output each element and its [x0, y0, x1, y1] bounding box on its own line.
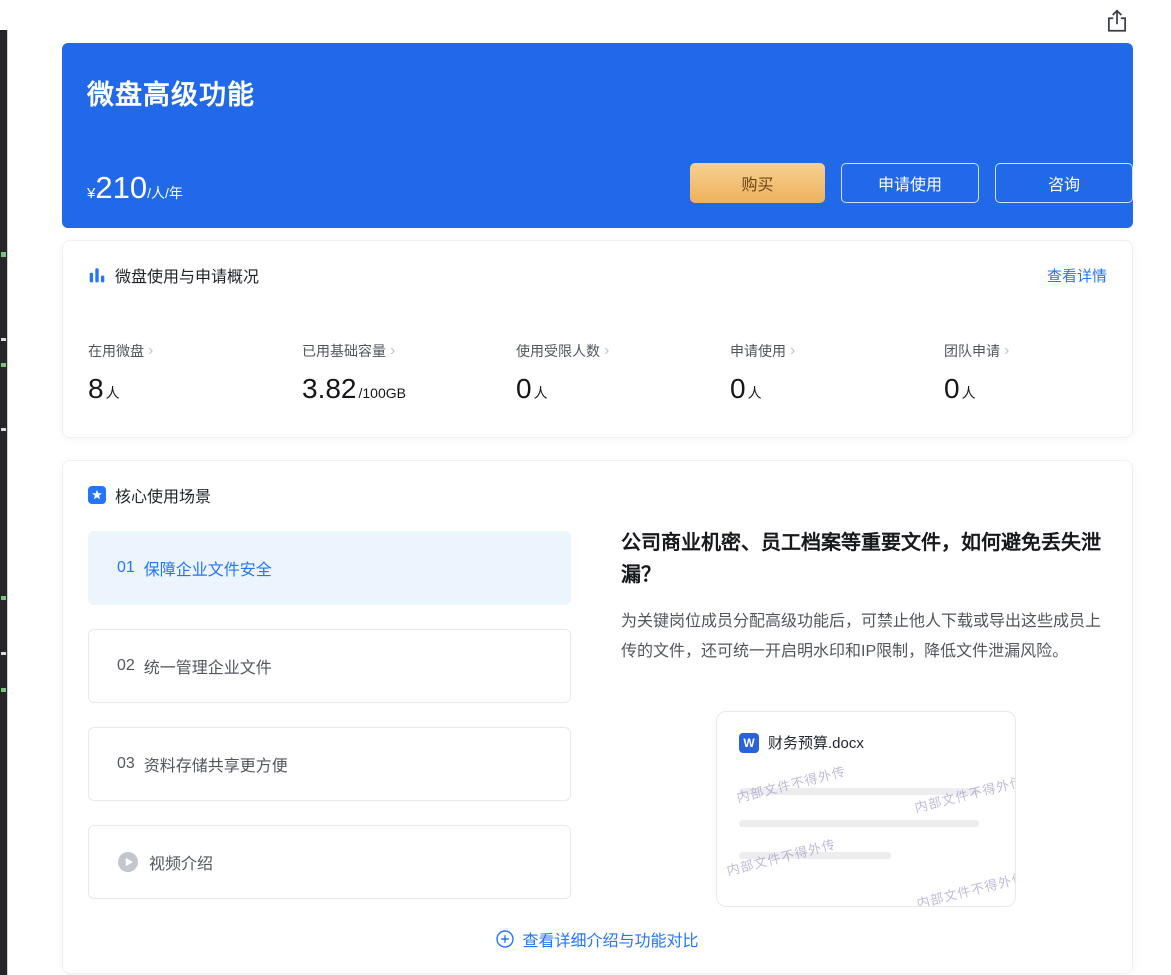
- stat-label[interactable]: 申请使用 ›: [730, 341, 944, 361]
- stat-used-capacity: 已用基础容量 › 3.82 /100GB: [302, 341, 516, 405]
- play-icon: [117, 851, 139, 873]
- plus-circle-icon: [496, 930, 515, 948]
- usage-title: 微盘使用与申请概况: [115, 269, 260, 286]
- watermark-text: 内部文件不得外传: [913, 773, 1016, 816]
- scenario-item-unified-management[interactable]: 02 统一管理企业文件: [88, 629, 571, 703]
- chevron-right-icon: ›: [148, 342, 154, 359]
- stat-label[interactable]: 在用微盘 ›: [88, 341, 302, 361]
- scenarios-card-header: 核心使用场景: [88, 483, 1107, 507]
- price-value: 210: [95, 170, 148, 205]
- document-name: 财务预算.docx: [768, 735, 864, 752]
- scenario-heading: 公司商业机密、员工档案等重要文件，如何避免丢失泄漏？: [621, 532, 1101, 586]
- stat-label-text: 已用基础容量: [302, 343, 386, 359]
- word-doc-icon: W: [739, 732, 759, 753]
- hero-card: 微盘高级功能 ¥ 210 /人/年 购买 申请使用 咨询: [62, 43, 1133, 228]
- price-unit: /人/年: [147, 185, 183, 201]
- stat-team-apply: 团队申请 › 0 人: [944, 341, 1158, 405]
- stat-value: 0 人: [516, 373, 548, 404]
- scenarios-card: 核心使用场景 01 保障企业文件安全 02 统一管理企业文件 03 资料存储共享…: [62, 460, 1133, 974]
- bar-chart-icon: [88, 266, 106, 284]
- sliver-speck: [1, 688, 6, 692]
- chevron-right-icon: ›: [1004, 342, 1010, 359]
- sliver-speck: [1, 428, 6, 431]
- scenario-index: 01: [117, 559, 135, 576]
- video-intro-item[interactable]: 视频介绍: [88, 825, 571, 899]
- watermark-text: 内部文件不得外传: [915, 869, 1016, 907]
- price: ¥ 210 /人/年: [87, 170, 183, 206]
- stat-label-text: 在用微盘: [88, 343, 144, 359]
- apply-button[interactable]: 申请使用: [841, 163, 979, 203]
- watermark-text: 内部文件不得外传: [735, 763, 848, 806]
- stat-value: 0 人: [944, 373, 976, 404]
- usage-overview-card: 微盘使用与申请概况 查看详情 在用微盘 › 8 人 已用基础容量 › 3.82 …: [62, 240, 1133, 438]
- scenario-index: 02: [117, 657, 135, 674]
- usage-card-header: 微盘使用与申请概况 查看详情: [88, 263, 1107, 287]
- document-text-line: [739, 820, 979, 827]
- stat-label-text: 申请使用: [730, 343, 786, 359]
- scenario-label: 资料存储共享更方便: [143, 758, 288, 775]
- video-intro-label: 视频介绍: [149, 856, 214, 873]
- document-header: W 财务预算.docx: [739, 732, 864, 753]
- scenario-body: 为关键岗位成员分配高级功能后，可禁止他人下载或导出这些成员上传的文件，还可统一开…: [621, 613, 1102, 660]
- scenario-index: 03: [117, 755, 135, 772]
- sliver-speck: [1, 363, 6, 367]
- view-details-link[interactable]: 查看详情: [1047, 265, 1107, 286]
- stat-restricted-users: 使用受限人数 › 0 人: [516, 341, 730, 405]
- stat-label-text: 团队申请: [944, 343, 1000, 359]
- chevron-right-icon: ›: [390, 342, 396, 359]
- compare-features-label: 查看详细介绍与功能对比: [522, 933, 699, 950]
- scenario-detail: 公司商业机密、员工档案等重要文件，如何避免丢失泄漏？ 为关键岗位成员分配高级功能…: [621, 527, 1101, 667]
- stat-label[interactable]: 团队申请 ›: [944, 341, 1158, 361]
- hero-actions: 购买 申请使用 咨询: [690, 163, 1133, 203]
- sliver-speck: [1, 596, 6, 600]
- scenario-item-storage-sharing[interactable]: 03 资料存储共享更方便: [88, 727, 571, 801]
- usage-stats: 在用微盘 › 8 人 已用基础容量 › 3.82 /100GB 使用受限人数 ›: [88, 341, 1158, 405]
- stat-value: 0 人: [730, 373, 762, 404]
- scenario-list: 01 保障企业文件安全 02 统一管理企业文件 03 资料存储共享更方便 视频介…: [88, 531, 571, 899]
- scenario-item-file-security[interactable]: 01 保障企业文件安全: [88, 531, 571, 605]
- stat-apply-use: 申请使用 › 0 人: [730, 341, 944, 405]
- price-currency: ¥: [87, 185, 96, 202]
- compare-features-link[interactable]: 查看详细介绍与功能对比: [63, 927, 1132, 951]
- sliver-speck: [1, 338, 6, 341]
- chevron-right-icon: ›: [790, 342, 796, 359]
- page-title: 微盘高级功能: [87, 80, 255, 110]
- bookmark-star-icon: [88, 486, 106, 504]
- left-window-sliver: [0, 30, 8, 975]
- chevron-right-icon: ›: [604, 342, 610, 359]
- stat-label[interactable]: 已用基础容量 ›: [302, 341, 516, 361]
- stat-value: 3.82 /100GB: [302, 373, 406, 404]
- consult-button[interactable]: 咨询: [995, 163, 1133, 203]
- stat-label-text: 使用受限人数: [516, 343, 600, 359]
- share-icon[interactable]: [1101, 5, 1133, 37]
- stat-label[interactable]: 使用受限人数 ›: [516, 341, 730, 361]
- sliver-speck: [1, 652, 6, 655]
- stat-active-drive: 在用微盘 › 8 人: [88, 341, 302, 405]
- document-preview: W 财务预算.docx 内部文件不得外传 内部文件不得外传 内部文件不得外传 内…: [716, 711, 1016, 907]
- sliver-speck: [1, 252, 6, 257]
- scenario-label: 统一管理企业文件: [143, 660, 272, 677]
- buy-button[interactable]: 购买: [690, 163, 825, 203]
- scenarios-title: 核心使用场景: [115, 489, 212, 506]
- scenario-label: 保障企业文件安全: [143, 562, 272, 579]
- stat-value: 8 人: [88, 373, 120, 404]
